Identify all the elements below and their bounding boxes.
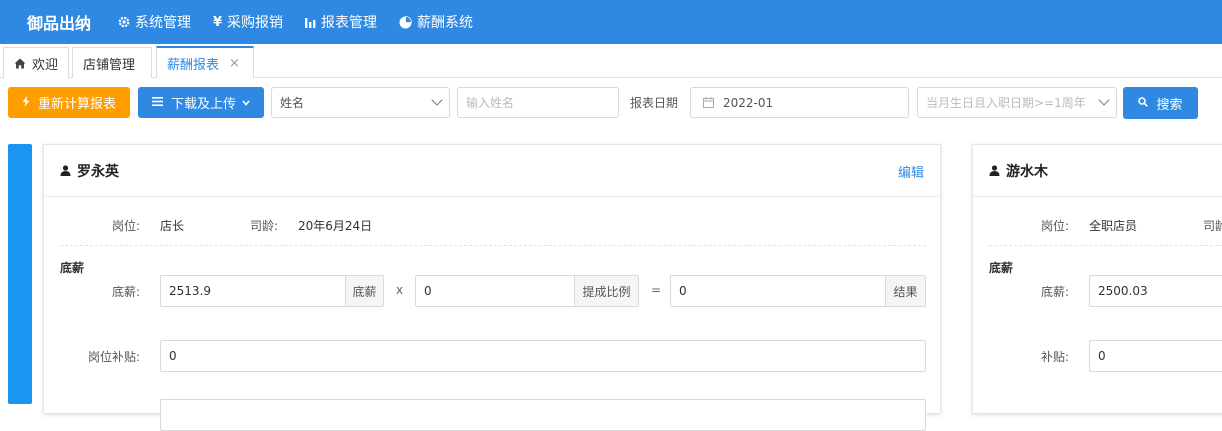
section-title: 底薪 bbox=[60, 261, 85, 275]
user-icon bbox=[60, 165, 71, 176]
allowance-value: 0 bbox=[1098, 349, 1106, 363]
base-salary-value: 2500.03 bbox=[1098, 284, 1148, 298]
menu-icon bbox=[151, 96, 163, 109]
recalculate-report-button[interactable]: 重新计算报表 bbox=[8, 87, 130, 118]
name-input[interactable]: 输入姓名 bbox=[457, 87, 619, 118]
employee-card: 游水木 岗位: 全职店员 司龄 底薪 底薪: 2500.03 补贴: 0 bbox=[972, 144, 1222, 414]
lightning-icon bbox=[22, 95, 30, 110]
next-field-input[interactable] bbox=[160, 399, 926, 431]
allowance-input[interactable]: 0 bbox=[160, 340, 926, 372]
nav-item-salary[interactable]: 薪酬系统 bbox=[399, 12, 473, 32]
tab-label: 欢迎 bbox=[32, 57, 59, 73]
allowance-label: 补贴: bbox=[1041, 350, 1070, 364]
position-label: 岗位: bbox=[1041, 219, 1070, 233]
card-header: 游水木 bbox=[973, 145, 1222, 197]
tab-bar: 欢迎 店铺管理 薪酬报表 × bbox=[0, 44, 1222, 78]
search-icon bbox=[1138, 96, 1149, 110]
report-date-picker[interactable]: 2022-01 bbox=[690, 87, 909, 118]
chevron-down-icon bbox=[242, 99, 250, 106]
user-icon bbox=[989, 165, 1000, 176]
position-value: 店长 bbox=[160, 219, 185, 233]
commission-ratio-addon: 提成比例 bbox=[574, 276, 638, 306]
equals-sign: = bbox=[651, 283, 662, 297]
base-salary-value: 2513.9 bbox=[169, 284, 211, 298]
nav-item-label: 薪酬系统 bbox=[417, 15, 474, 31]
filter-select[interactable]: 当月生日且入职日期>=1周年 bbox=[917, 87, 1117, 118]
bar-chart-icon bbox=[305, 17, 316, 28]
top-nav-bar: 御品出纳 系统管理 ¥ 采购报销 报表管理 薪酬系统 bbox=[0, 0, 1222, 44]
position-label: 岗位: bbox=[112, 219, 141, 233]
base-salary-input[interactable]: 2500.03 bbox=[1089, 275, 1222, 307]
side-strip bbox=[8, 144, 32, 404]
tab-welcome[interactable]: 欢迎 bbox=[3, 47, 69, 78]
seniority-value: 20年6月24日 bbox=[298, 219, 373, 233]
allowance-value: 0 bbox=[169, 349, 177, 363]
name-input-placeholder: 输入姓名 bbox=[466, 96, 515, 110]
tab-label: 店铺管理 bbox=[83, 57, 136, 73]
report-date-label: 报表日期 bbox=[630, 96, 679, 110]
base-salary-label: 底薪: bbox=[112, 285, 141, 299]
result-addon: 结果 bbox=[885, 276, 925, 306]
pie-chart-icon bbox=[399, 15, 412, 29]
edit-link[interactable]: 编辑 bbox=[898, 162, 924, 181]
chevron-down-icon bbox=[431, 94, 443, 106]
card-header: 罗永英 编辑 bbox=[44, 145, 940, 197]
search-button[interactable]: 搜索 bbox=[1123, 87, 1198, 119]
nav-item-label: 报表管理 bbox=[321, 15, 378, 31]
base-salary-input[interactable]: 2513.9 底薪 bbox=[160, 275, 384, 307]
commission-ratio-input[interactable]: 0 提成比例 bbox=[415, 275, 639, 307]
nav-item-purchase[interactable]: ¥ 采购报销 bbox=[213, 12, 283, 32]
nav-item-system[interactable]: 系统管理 bbox=[118, 12, 191, 32]
tab-salary-report[interactable]: 薪酬报表 × bbox=[156, 46, 254, 78]
allowance-label: 岗位补贴: bbox=[88, 350, 141, 364]
tab-store-management[interactable]: 店铺管理 bbox=[72, 47, 152, 78]
commission-ratio-value: 0 bbox=[424, 284, 432, 298]
download-upload-button[interactable]: 下载及上传 bbox=[138, 87, 264, 118]
nav-item-label: 采购报销 bbox=[227, 15, 284, 31]
chevron-down-icon bbox=[1098, 94, 1110, 106]
gear-icon bbox=[118, 16, 130, 28]
result-value: 0 bbox=[679, 284, 687, 298]
nav-item-reports[interactable]: 报表管理 bbox=[305, 12, 377, 32]
search-field-select[interactable]: 姓名 bbox=[271, 87, 450, 118]
button-label: 搜索 bbox=[1156, 97, 1183, 113]
employee-name: 罗永英 bbox=[77, 163, 119, 180]
nav-item-label: 系统管理 bbox=[135, 15, 191, 31]
section-title: 底薪 bbox=[989, 261, 1014, 275]
allowance-input[interactable]: 0 bbox=[1089, 340, 1222, 372]
tab-label: 薪酬报表 bbox=[167, 57, 220, 73]
result-input[interactable]: 0 结果 bbox=[670, 275, 926, 307]
seniority-label: 司龄: bbox=[250, 219, 279, 233]
button-label: 下载及上传 bbox=[170, 97, 236, 112]
calendar-icon bbox=[703, 97, 714, 108]
position-value: 全职店员 bbox=[1089, 219, 1138, 233]
multiply-sign: x bbox=[396, 283, 404, 297]
employee-name: 游水木 bbox=[1006, 163, 1048, 180]
close-icon[interactable]: × bbox=[229, 56, 240, 71]
base-salary-label: 底薪: bbox=[1041, 285, 1070, 299]
home-icon bbox=[14, 58, 26, 69]
filter-placeholder: 当月生日且入职日期>=1周年 bbox=[926, 96, 1086, 110]
button-label: 重新计算报表 bbox=[37, 97, 116, 112]
divider bbox=[989, 245, 1222, 246]
app-brand: 御品出纳 bbox=[26, 14, 91, 33]
select-value: 姓名 bbox=[280, 96, 305, 110]
employee-card: 罗永英 编辑 岗位: 店长 司龄: 20年6月24日 底薪 底薪: 2513.9… bbox=[43, 144, 941, 431]
yen-icon: ¥ bbox=[213, 14, 223, 30]
seniority-label: 司龄 bbox=[1203, 219, 1222, 233]
divider bbox=[60, 245, 926, 246]
date-value: 2022-01 bbox=[723, 95, 774, 110]
base-salary-addon: 底薪 bbox=[345, 276, 383, 306]
